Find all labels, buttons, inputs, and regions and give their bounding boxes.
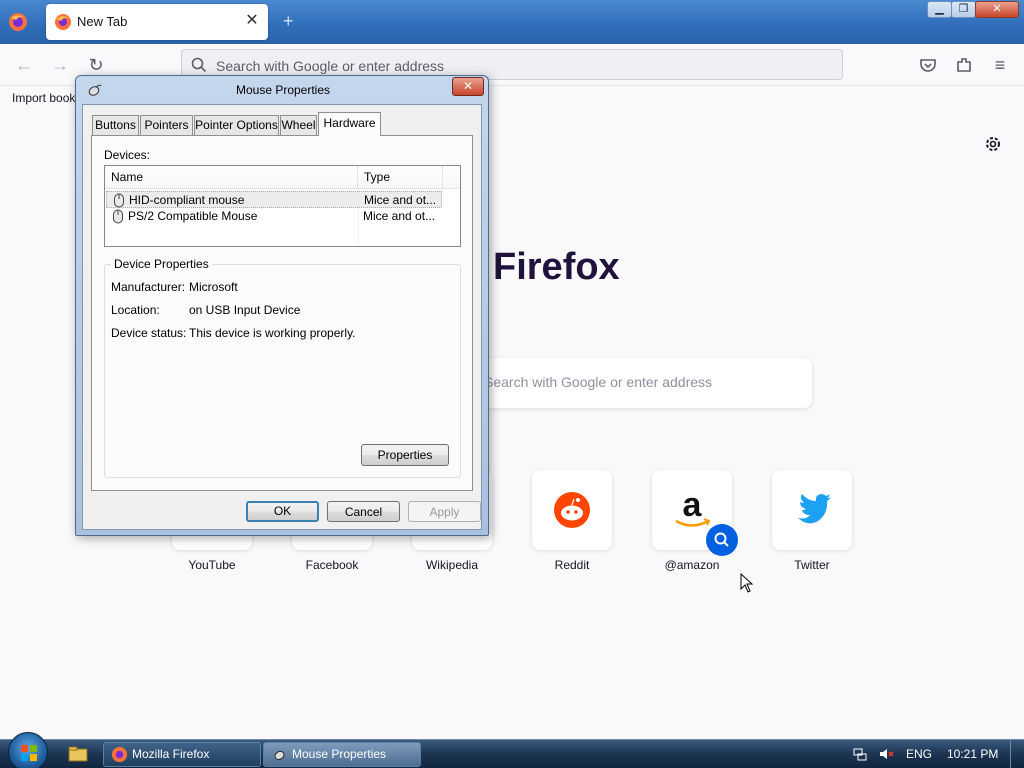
property-key: Manufacturer:: [111, 280, 186, 294]
tab-new-tab[interactable]: New Tab ✕: [46, 4, 268, 40]
top-site-amazon[interactable]: a @amazon: [652, 470, 738, 572]
page-search-box[interactable]: Search with Google or enter address: [470, 358, 812, 408]
cancel-button[interactable]: Cancel: [327, 501, 400, 522]
device-properties-group: Device Properties Manufacturer: Microsof…: [104, 257, 461, 478]
list-item[interactable]: HID-compliant mouse Mice and ot...: [106, 191, 442, 208]
start-button[interactable]: [8, 732, 48, 768]
column-header-name[interactable]: Name: [105, 166, 358, 189]
reddit-icon: [554, 492, 590, 528]
search-shortcut-badge: [706, 524, 738, 556]
search-icon: [191, 57, 207, 73]
manufacturer-row: Manufacturer: Microsoft: [111, 280, 238, 294]
mouse-icon: [274, 750, 285, 760]
hamburger-menu-icon[interactable]: ≡: [990, 55, 1010, 75]
properties-button[interactable]: Properties: [361, 444, 449, 466]
back-arrow-icon[interactable]: ←: [14, 55, 34, 75]
top-site-label: Twitter: [794, 558, 830, 572]
folder-icon[interactable]: [64, 743, 92, 765]
dialog-close-button[interactable]: ✕: [452, 77, 484, 96]
property-value: on USB Input Device: [189, 303, 301, 317]
property-value: Microsoft: [189, 280, 238, 294]
taskbar-label: Mozilla Firefox: [132, 747, 210, 761]
top-site-reddit[interactable]: Reddit: [532, 470, 612, 572]
search-icon: [714, 532, 729, 547]
twitter-tile[interactable]: [772, 470, 852, 550]
top-site-label: @amazon: [664, 558, 720, 572]
new-tab-button[interactable]: +: [283, 11, 294, 32]
extensions-icon[interactable]: [954, 55, 974, 75]
language-indicator[interactable]: ENG: [906, 747, 932, 761]
forward-arrow-icon[interactable]: →: [50, 55, 70, 75]
gear-icon[interactable]: [984, 135, 1002, 153]
windows-logo-icon: [21, 745, 37, 761]
device-properties-label: Device Properties: [111, 257, 212, 271]
property-key: Location:: [111, 303, 160, 317]
hardware-tab-panel: Devices: Name Type HID-compliant mouse M…: [91, 135, 473, 491]
network-icon[interactable]: [852, 746, 868, 762]
device-status-row: Device status: This device is working pr…: [111, 326, 356, 340]
mouse-cursor-icon: [740, 573, 754, 593]
taskbar-mouse-properties[interactable]: Mouse Properties: [263, 742, 421, 767]
minimize-button[interactable]: ▁: [927, 1, 952, 18]
firefox-wordmark: Firefox: [493, 246, 620, 288]
address-placeholder: Search with Google or enter address: [216, 58, 445, 74]
page-search-placeholder: Search with Google or enter address: [484, 374, 713, 390]
device-list[interactable]: Name Type HID-compliant mouse Mice and o…: [104, 165, 461, 247]
clock[interactable]: 10:21 PM: [947, 747, 998, 761]
top-site-label: Facebook: [305, 558, 359, 572]
firefox-icon[interactable]: [7, 11, 29, 33]
windows-taskbar: Mozilla Firefox Mouse Properties ENG 10:…: [0, 732, 1024, 768]
reload-icon[interactable]: ↻: [86, 55, 106, 75]
browser-titlebar: New Tab ✕ + ▁ ❐ ✕: [0, 0, 1024, 44]
top-site-twitter[interactable]: Twitter: [772, 470, 852, 572]
top-site-label: Reddit: [554, 558, 590, 572]
mouse-properties-dialog: Mouse Properties ✕ Buttons Pointers Poin…: [75, 75, 489, 536]
pocket-icon[interactable]: [918, 55, 938, 75]
property-value: This device is working properly.: [189, 326, 356, 340]
list-item[interactable]: PS/2 Compatible Mouse Mice and ot...: [106, 208, 442, 225]
property-key: Device status:: [111, 326, 187, 340]
column-header-filler: [443, 166, 460, 189]
devices-label: Devices:: [104, 148, 151, 162]
device-type: Mice and ot...: [363, 209, 436, 223]
close-tab-icon[interactable]: ✕: [244, 13, 260, 29]
dialog-body: Buttons Pointers Pointer Options Wheel H…: [82, 104, 482, 530]
device-name: HID-compliant mouse: [129, 193, 245, 207]
firefox-icon: [111, 746, 128, 763]
mouse-device-icon: [114, 193, 124, 208]
taskbar-label: Mouse Properties: [292, 747, 387, 761]
close-window-button[interactable]: ✕: [975, 1, 1019, 18]
tab-label: New Tab: [77, 14, 128, 29]
volume-muted-icon[interactable]: [878, 746, 894, 762]
reddit-tile[interactable]: [532, 470, 612, 550]
column-header-type[interactable]: Type: [358, 166, 443, 189]
location-row: Location: on USB Input Device: [111, 303, 300, 317]
show-desktop-button[interactable]: [1010, 740, 1024, 768]
tab-buttons[interactable]: Buttons: [92, 115, 139, 135]
mouse-device-icon: [113, 209, 123, 224]
amazon-tile[interactable]: a: [652, 470, 738, 556]
tab-hardware[interactable]: Hardware: [318, 112, 381, 136]
taskbar-firefox[interactable]: Mozilla Firefox: [103, 742, 261, 767]
tab-pointers[interactable]: Pointers: [140, 115, 193, 135]
firefox-icon: [55, 14, 71, 30]
top-site-label: Wikipedia: [425, 558, 479, 572]
svg-text:a: a: [683, 486, 703, 524]
top-site-label: YouTube: [188, 558, 236, 572]
device-name: PS/2 Compatible Mouse: [128, 209, 258, 223]
apply-button[interactable]: Apply: [408, 501, 481, 522]
tab-pointer-options[interactable]: Pointer Options: [194, 115, 279, 135]
tab-wheel[interactable]: Wheel: [280, 115, 317, 135]
restore-button[interactable]: ❐: [951, 1, 976, 18]
ok-button[interactable]: OK: [246, 501, 319, 522]
twitter-bird-icon: [798, 494, 831, 524]
device-type: Mice and ot...: [364, 193, 437, 207]
dialog-title: Mouse Properties: [235, 83, 331, 97]
